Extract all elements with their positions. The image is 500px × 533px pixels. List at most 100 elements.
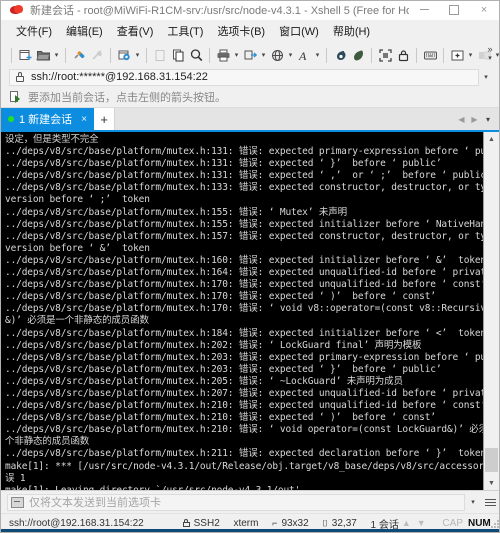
xftp-icon[interactable]	[331, 46, 349, 65]
terminal-area: 设定，但是类型不完全 ../deps/v8/src/base/platform/…	[1, 130, 499, 490]
title-bar: 新建会话 - root@MiWiFi-R1CM-srv:/usr/src/nod…	[1, 1, 499, 20]
chevron-down-icon[interactable]: ▾	[479, 73, 493, 81]
minimize-button[interactable]	[409, 1, 439, 19]
terminal-line: ../deps/v8/src/base/platform/mutex.h:131…	[5, 146, 483, 158]
tab-session-1[interactable]: 1 新建会话 ×	[1, 108, 95, 130]
toolbar-separator	[371, 47, 372, 63]
menu-file[interactable]: 文件(F)	[9, 21, 59, 41]
toolbar-separator	[110, 47, 111, 63]
taskbar-strip	[1, 529, 499, 532]
close-button[interactable]: ×	[469, 1, 499, 19]
add-panel-icon[interactable]	[448, 46, 466, 65]
send-to-tab-icon	[11, 496, 24, 508]
terminal-scrollbar[interactable]: ▲ ▼	[483, 132, 499, 490]
terminal-line: make[1]: Leaving directory `/usr/src/nod…	[5, 485, 483, 490]
tab-next-icon[interactable]: ▶	[468, 115, 481, 124]
chevron-down-icon[interactable]: ▾	[465, 498, 481, 506]
session-properties-icon[interactable]	[115, 46, 133, 65]
maximize-button[interactable]	[439, 1, 469, 19]
lock-icon	[182, 518, 191, 528]
status-protocol: SSH2	[182, 518, 220, 529]
tab-label: 1 新建会话	[19, 114, 73, 126]
hamburger-icon[interactable]	[481, 498, 499, 506]
toolbar-separator	[326, 47, 327, 63]
font-icon[interactable]: A	[295, 46, 313, 65]
add-panel-dropdown[interactable]: ▾	[466, 46, 475, 65]
terminal-line: make[1]: *** [/usr/src/node-v4.3.1/out/R…	[5, 460, 483, 472]
menu-tabs[interactable]: 选项卡(B)	[210, 21, 272, 41]
print-icon[interactable]	[214, 46, 232, 65]
terminal-output[interactable]: 设定，但是类型不完全 ../deps/v8/src/base/platform/…	[1, 132, 483, 490]
keyboard-icon[interactable]	[421, 46, 439, 65]
xshell-icon	[9, 2, 25, 18]
terminal-line: ../deps/v8/src/base/platform/mutex.h:205…	[5, 375, 403, 387]
send-command-placeholder: 仅将文本发送到当前选项卡	[29, 497, 161, 509]
print-dropdown[interactable]: ▾	[232, 46, 241, 65]
terminal-line: ../deps/v8/src/base/platform/mutex.h:155…	[5, 218, 483, 230]
add-session-hint-text: 要添加当前会话，点击左侧的箭头按钮。	[28, 92, 226, 104]
tab-list-menu-icon[interactable]: ▾	[481, 115, 495, 124]
add-session-icon	[10, 90, 23, 104]
terminal-size-icon: ⌐	[272, 518, 278, 528]
new-session-icon[interactable]	[16, 46, 34, 65]
resize-grip[interactable]	[490, 518, 499, 528]
terminal-line: ../deps/v8/src/base/platform/mutex.h:202…	[5, 339, 422, 351]
xagent-icon[interactable]	[349, 46, 367, 65]
lock-icon[interactable]	[394, 46, 412, 65]
tab-nav-controls: ◀ ▶ ▾	[455, 108, 499, 130]
menu-edit[interactable]: 编辑(E)	[59, 21, 110, 41]
toolbar: ▾ ▾ ▾ ▾ ▾ A ▾ ▾ ▾ » ▾	[1, 43, 499, 67]
terminal-line: ../deps/v8/src/base/platform/mutex.h:207…	[5, 387, 483, 399]
tab-prev-icon[interactable]: ◀	[455, 115, 468, 124]
toolbar-overflow-button[interactable]: » ▾	[484, 45, 496, 63]
browser-dropdown[interactable]: ▾	[286, 46, 295, 65]
terminal-line: ../deps/v8/src/base/platform/mutex.h:157…	[5, 230, 483, 242]
terminal-line: ../deps/v8/src/base/platform/mutex.h:164…	[5, 267, 483, 279]
terminal-line: ../deps/v8/src/base/platform/mutex.h:203…	[5, 351, 483, 363]
tab-close-icon[interactable]: ×	[79, 114, 89, 125]
status-protocol-label: SSH2	[193, 517, 220, 529]
status-caps-lock: CAP	[442, 517, 463, 529]
find-icon[interactable]	[187, 46, 205, 65]
toolbar-separator	[146, 47, 147, 63]
connect-icon[interactable]	[70, 46, 88, 65]
terminal-line: ../deps/v8/src/base/platform/mutex.h:210…	[5, 424, 483, 436]
send-command-bar: 仅将文本发送到当前选项卡 ▾	[1, 490, 499, 513]
address-bar: ssh://root:******@192.168.31.154:22 ▾	[1, 67, 499, 87]
arrow-down-icon: ▼	[416, 518, 426, 528]
terminal-line: ../deps/v8/src/base/platform/mutex.h:211…	[5, 448, 483, 460]
browser-icon[interactable]	[268, 46, 286, 65]
status-connection: ssh://root@192.168.31.154:22	[9, 517, 144, 529]
new-tab-button[interactable]: +	[94, 108, 116, 130]
copy-icon[interactable]	[169, 46, 187, 65]
menu-tools[interactable]: 工具(T)	[160, 21, 210, 41]
cursor-position-icon: ⌷	[322, 517, 328, 528]
scroll-down-icon[interactable]: ▼	[484, 476, 499, 490]
font-dropdown[interactable]: ▾	[313, 46, 322, 65]
window-controls: ×	[409, 1, 499, 19]
terminal-line: ../deps/v8/src/base/platform/mutex.h:131…	[5, 158, 442, 170]
address-value: ssh://root:******@192.168.31.154:22	[31, 71, 208, 83]
toolbar-overflow-caret: ▾	[488, 55, 492, 62]
menu-help[interactable]: 帮助(H)	[326, 21, 377, 41]
status-cursor-position: ⌷ 32,37	[322, 518, 356, 529]
open-folder-dropdown[interactable]: ▾	[52, 46, 61, 65]
session-properties-dropdown[interactable]: ▾	[133, 46, 142, 65]
scrollbar-thumb[interactable]	[485, 448, 498, 472]
scroll-up-icon[interactable]: ▲	[484, 132, 499, 146]
menu-window[interactable]: 窗口(W)	[272, 21, 326, 41]
status-terminal-type: xterm	[233, 517, 259, 529]
send-command-input[interactable]: 仅将文本发送到当前选项卡	[7, 493, 465, 511]
transfer-icon[interactable]	[241, 46, 259, 65]
terminal-line: ../deps/v8/src/base/platform/mutex.h:170…	[5, 279, 483, 291]
transfer-dropdown[interactable]: ▾	[259, 46, 268, 65]
tab-bar: 1 新建会话 × + ◀ ▶ ▾	[1, 108, 499, 130]
menu-view[interactable]: 查看(V)	[110, 21, 161, 41]
arrow-up-icon: ▲	[401, 518, 411, 528]
scrollbar-track[interactable]	[484, 146, 499, 476]
fullscreen-icon[interactable]	[376, 46, 394, 65]
toolbar-separator	[65, 47, 66, 63]
open-folder-icon[interactable]	[34, 46, 52, 65]
address-input[interactable]: ssh://root:******@192.168.31.154:22	[9, 68, 479, 86]
status-num-lock: NUM	[467, 517, 491, 529]
